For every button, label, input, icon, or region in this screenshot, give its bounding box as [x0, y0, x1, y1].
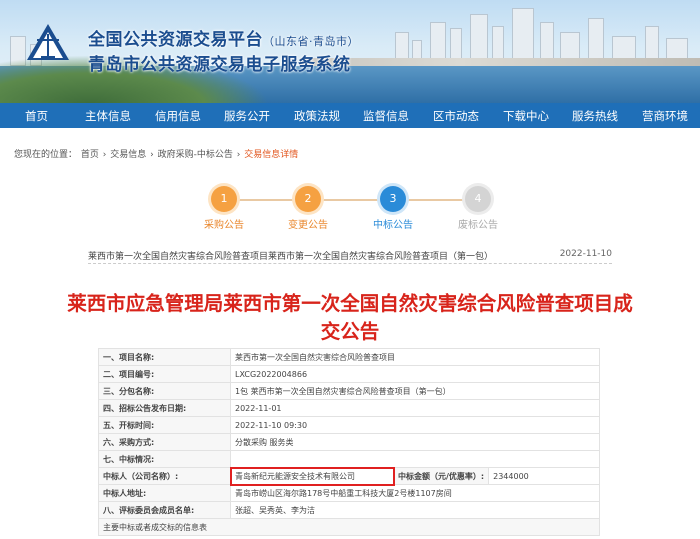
row-key: 六、采购方式:	[98, 433, 231, 451]
scales-logo-icon	[27, 24, 69, 60]
table-row: 六、采购方式: 分散采购 服务类	[98, 433, 600, 451]
site-title-text: 全国公共资源交易平台	[88, 30, 263, 50]
breadcrumb-home[interactable]: 首页	[81, 150, 99, 160]
nav-policy[interactable]: 政策法规	[294, 108, 340, 124]
row-value: 分散采购 服务类	[230, 433, 600, 451]
site-subtitle: 青岛市公共资源交易电子服务系统	[88, 55, 351, 75]
table-row: 三、分包名称: 1包 莱西市第一次全国自然灾害综合风险普查项目（第一包）	[98, 382, 600, 400]
steps-connector	[224, 199, 480, 201]
project-line-date: 2022-11-10	[559, 249, 612, 259]
table-row: 二、项目编号: LXCG2022004866	[98, 365, 600, 383]
project-line-text[interactable]: 莱西市第一次全国自然灾害综合风险普查项目莱西市第一次全国自然灾害综合风险普查项目…	[88, 252, 493, 262]
nav-downloads[interactable]: 下载中心	[503, 108, 549, 124]
breadcrumb-sep: ›	[102, 150, 107, 160]
table-row: 七、中标情况:	[98, 450, 600, 468]
step-void-notice[interactable]: 4 废标公告	[448, 186, 508, 231]
nav-home[interactable]: 首页	[25, 108, 48, 124]
row-key: 五、开标时间:	[98, 416, 231, 434]
step-label: 变更公告	[288, 220, 328, 231]
panel-value: 张超、吴秀英、李为洁	[230, 501, 600, 519]
breadcrumb-sep: ›	[150, 150, 154, 160]
step-award-notice[interactable]: 3 中标公告	[363, 186, 423, 231]
table-row: 五、开标时间: 2022-11-10 09:30	[98, 416, 600, 434]
row-key: 二、项目编号:	[98, 365, 231, 383]
table-row-winner: 中标人（公司名称）: 青岛新纪元能源安全技术有限公司 中标金额（元/优惠率）: …	[98, 466, 600, 486]
row-value	[230, 450, 600, 468]
row-key: 七、中标情况:	[98, 450, 231, 468]
row-value: 1包 莱西市第一次全国自然灾害综合风险普查项目（第一包）	[230, 382, 600, 400]
notice-table: 一、项目名称: 莱西市第一次全国自然灾害综合风险普查项目 二、项目编号: LXC…	[98, 348, 600, 536]
step-number: 1	[211, 186, 237, 212]
row-value: 2022-11-10 09:30	[230, 416, 600, 434]
step-number: 3	[380, 186, 406, 212]
nav-business-env[interactable]: 营商环境	[642, 108, 688, 124]
step-label: 废标公告	[458, 220, 498, 231]
address-value: 青岛市崂山区海尔路178号中船重工科技大厦2号楼1107房间	[230, 484, 600, 502]
winner-name: 青岛新纪元能源安全技术有限公司	[229, 466, 395, 486]
nav-supervision[interactable]: 监督信息	[363, 108, 409, 124]
table-footer: 主要中标或者成交标的信息表	[98, 518, 600, 536]
panel-label: 八、评标委员会成员名单:	[98, 501, 231, 519]
breadcrumb-award-notice[interactable]: 政府采购-中标公告	[158, 150, 233, 160]
winner-label: 中标人（公司名称）:	[98, 467, 231, 485]
row-key: 四、招标公告发布日期:	[98, 399, 231, 417]
step-change-notice[interactable]: 2 变更公告	[278, 186, 338, 231]
project-line: 莱西市第一次全国自然灾害综合风险普查项目莱西市第一次全国自然灾害综合风险普查项目…	[88, 249, 612, 264]
step-purchase-notice[interactable]: 1 采购公告	[194, 186, 254, 231]
step-label: 中标公告	[373, 220, 413, 231]
table-row: 一、项目名称: 莱西市第一次全国自然灾害综合风险普查项目	[98, 348, 600, 366]
nav-service-open[interactable]: 服务公开	[224, 108, 270, 124]
nav-credit-info[interactable]: 信用信息	[155, 108, 201, 124]
breadcrumb-trade-info[interactable]: 交易信息	[110, 150, 146, 160]
divider	[88, 263, 612, 264]
row-value: 莱西市第一次全国自然灾害综合风险普查项目	[230, 348, 600, 366]
step-number: 4	[465, 186, 491, 212]
nav-hotline[interactable]: 服务热线	[572, 108, 618, 124]
table-row: 八、评标委员会成员名单: 张超、吴秀英、李为洁	[98, 501, 600, 519]
table-row: 中标人地址: 青岛市崂山区海尔路178号中船重工科技大厦2号楼1107房间	[98, 484, 600, 502]
row-key: 三、分包名称:	[98, 382, 231, 400]
amount-label: 中标金额（元/优惠率）:	[392, 467, 490, 485]
step-label: 采购公告	[204, 220, 244, 231]
address-label: 中标人地址:	[98, 484, 231, 502]
nav-district-news[interactable]: 区市动态	[433, 108, 479, 124]
table-row: 四、招标公告发布日期: 2022-11-01	[98, 399, 600, 417]
step-number: 2	[295, 186, 321, 212]
row-key: 一、项目名称:	[98, 348, 231, 366]
site-region: （山东省·青岛市）	[263, 35, 359, 48]
breadcrumb-current: 交易信息详情	[244, 150, 299, 160]
breadcrumb-sep: ›	[236, 150, 241, 160]
row-value: LXCG2022004866	[230, 365, 600, 383]
breadcrumb: 您现在的位置： 首页 › 交易信息 › 政府采购-中标公告 › 交易信息详情	[14, 147, 299, 160]
main-nav: 首页 主体信息 信用信息 服务公开 政策法规 监督信息 区市动态 下载中心 服务…	[0, 103, 700, 128]
amount-value: 2344000	[488, 467, 600, 485]
breadcrumb-prefix: 您现在的位置：	[14, 150, 78, 160]
notice-headline: 莱西市应急管理局莱西市第一次全国自然灾害综合风险普查项目成交公告	[67, 292, 633, 343]
nav-entity-info[interactable]: 主体信息	[85, 108, 131, 124]
header-banner: 全国公共资源交易平台（山东省·青岛市） 青岛市公共资源交易电子服务系统	[0, 0, 700, 103]
row-value: 2022-11-01	[230, 399, 600, 417]
site-title: 全国公共资源交易平台（山东省·青岛市）	[88, 25, 359, 50]
table-row: 主要中标或者成交标的信息表	[98, 518, 600, 536]
